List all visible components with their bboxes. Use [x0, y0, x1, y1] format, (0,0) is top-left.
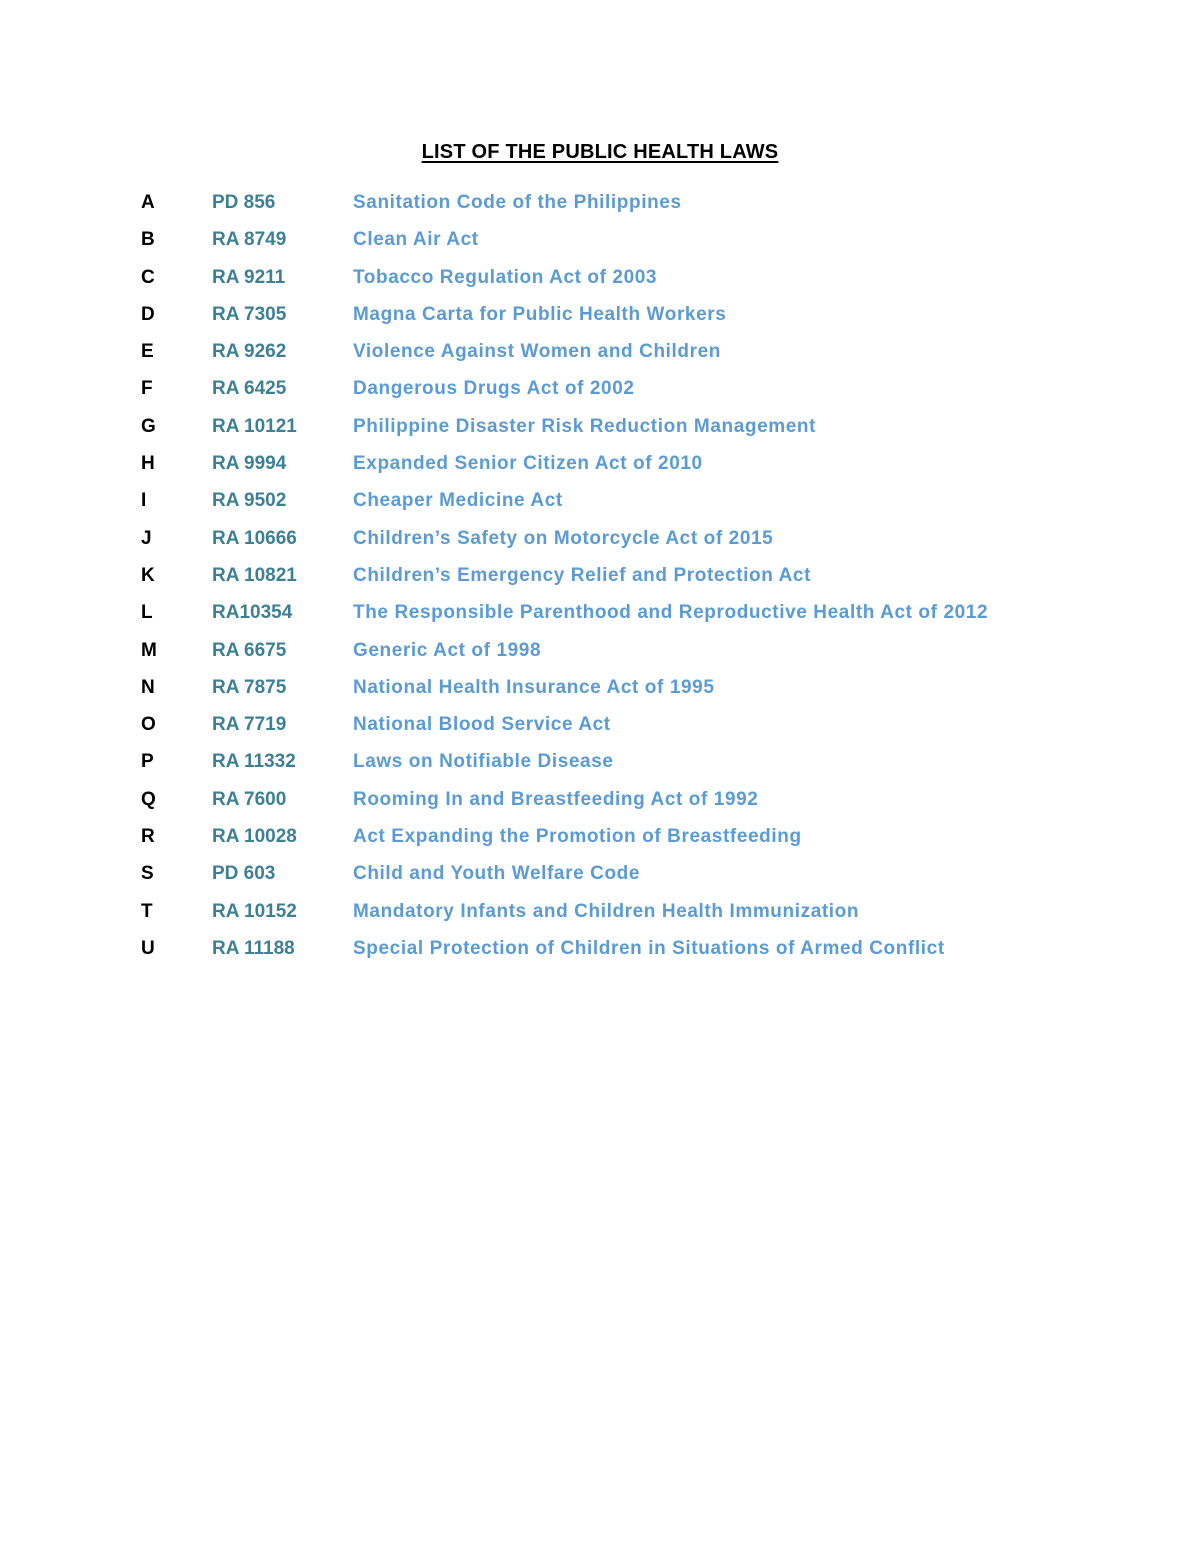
law-name: Violence Against Women and Children — [353, 341, 721, 363]
law-number: RA 9502 — [212, 490, 287, 512]
document-page: LIST OF THE PUBLIC HEALTH LAWS A PD 856 Sa… — [0, 0, 1200, 1553]
law-letter: E — [141, 341, 154, 363]
law-number: RA 10821 — [212, 564, 297, 586]
law-letter: S — [141, 863, 154, 885]
law-number: RA 8749 — [212, 229, 287, 251]
law-letter: I — [141, 490, 147, 512]
law-name: National Blood Service Act — [353, 714, 611, 736]
law-letter: Q — [141, 788, 156, 810]
law-letter: B — [141, 229, 155, 251]
law-name: Cheaper Medicine Act — [353, 490, 563, 512]
law-number: RA10354 — [212, 602, 293, 624]
law-number: RA 9262 — [212, 341, 287, 363]
law-row: L RA10354 The Responsible Parenthood and R… — [0, 596, 1200, 633]
law-letter: G — [141, 415, 156, 437]
law-letter: T — [141, 900, 153, 922]
law-name: Mandatory Infants and Children Health Im… — [353, 900, 860, 922]
law-row: K RA 10821 Children’s Emergency Relief and… — [0, 559, 1200, 596]
law-number: RA 10152 — [212, 900, 297, 922]
law-number: RA 11332 — [212, 751, 296, 773]
law-row: I RA 9502 Cheaper Medicine Act — [0, 484, 1200, 521]
law-letter: C — [141, 266, 155, 288]
law-letter: U — [141, 937, 155, 959]
law-letter: P — [141, 751, 154, 773]
law-row: N RA 7875 National Health Insurance Act of… — [0, 671, 1200, 708]
law-name: Magna Carta for Public Health Workers — [353, 303, 727, 325]
law-row: O RA 7719 National Blood Service Act — [0, 708, 1200, 745]
law-list: A PD 856 Sanitation Code of the Philippine… — [0, 186, 1200, 969]
law-row: U RA 11188 Special Protection of Children … — [0, 932, 1200, 969]
law-letter: R — [141, 826, 155, 848]
law-row: P RA 11332 Laws on Notifiable Disease — [0, 745, 1200, 782]
law-number: RA 10666 — [212, 527, 297, 549]
law-number: RA 6675 — [212, 639, 287, 661]
law-row: M RA 6675 Generic Act of 1998 — [0, 634, 1200, 671]
law-letter: O — [141, 714, 156, 736]
law-name: Act Expanding the Promotion of Breastfee… — [353, 826, 802, 848]
law-letter: N — [141, 676, 155, 698]
law-row: R RA 10028 Act Expanding the Promotion of … — [0, 820, 1200, 857]
law-name: Special Protection of Children in Situat… — [353, 937, 945, 959]
law-row: F RA 6425 Dangerous Drugs Act of 2002 — [0, 372, 1200, 409]
law-name: Clean Air Act — [353, 229, 479, 251]
law-letter: K — [141, 564, 155, 586]
law-letter: A — [141, 192, 155, 213]
law-row: S PD 603 Child and Youth Welfare Code — [0, 857, 1200, 894]
law-number: RA 9211 — [212, 266, 286, 288]
law-name: Tobacco Regulation Act of 2003 — [353, 266, 658, 288]
law-row: J RA 10666 Children’s Safety on Motorcycle… — [0, 522, 1200, 559]
law-row: D RA 7305 Magna Carta for Public Health Wo… — [0, 298, 1200, 335]
law-number: PD 856 — [212, 192, 276, 213]
law-name: Laws on Notifiable Disease — [353, 751, 614, 773]
law-number: RA 6425 — [212, 378, 287, 400]
law-row: B RA 8749 Clean Air Act — [0, 223, 1200, 260]
law-letter: F — [141, 378, 153, 400]
law-number: RA 7600 — [212, 788, 287, 810]
law-row: H RA 9994 Expanded Senior Citizen Act of 2… — [0, 447, 1200, 484]
law-number: RA 10121 — [212, 415, 297, 437]
law-row: C RA 9211 Tobacco Regulation Act of 2003 — [0, 261, 1200, 298]
law-letter: L — [141, 602, 153, 624]
law-letter: D — [141, 303, 155, 325]
law-row: A PD 856 Sanitation Code of the Philippine… — [0, 186, 1200, 223]
law-name: National Health Insurance Act of 1995 — [353, 676, 715, 698]
law-number: PD 603 — [212, 863, 276, 885]
law-letter: M — [141, 639, 157, 661]
law-row: G RA 10121 Philippine Disaster Risk Reduct… — [0, 410, 1200, 447]
law-number: RA 7305 — [212, 303, 287, 325]
law-name: Expanded Senior Citizen Act of 2010 — [353, 453, 703, 475]
law-name: Children’s Safety on Motorcycle Act of 2… — [353, 527, 774, 549]
law-number: RA 7875 — [212, 676, 287, 698]
law-letter: H — [141, 453, 155, 475]
law-name: Sanitation Code of the Philippines — [353, 192, 682, 213]
law-number: RA 7719 — [212, 714, 287, 736]
law-number: RA 10028 — [212, 826, 297, 848]
law-name: Child and Youth Welfare Code — [353, 863, 641, 885]
law-row: Q RA 7600 Rooming In and Breastfeeding Act… — [0, 783, 1200, 820]
document-title: LIST OF THE PUBLIC HEALTH LAWS — [421, 141, 779, 163]
law-name: Philippine Disaster Risk Reduction Manag… — [353, 415, 817, 437]
law-name: Rooming In and Breastfeeding Act of 1992 — [353, 788, 759, 810]
law-row: T RA 10152 Mandatory Infants and Children … — [0, 895, 1200, 932]
law-number: RA 11188 — [212, 937, 295, 959]
law-name: Dangerous Drugs Act of 2002 — [353, 378, 635, 400]
law-name: Generic Act of 1998 — [353, 639, 542, 661]
law-name: Children’s Emergency Relief and Protecti… — [353, 564, 812, 586]
law-row: E RA 9262 Violence Against Women and Child… — [0, 335, 1200, 372]
law-number: RA 9994 — [212, 453, 287, 475]
law-letter: J — [141, 527, 152, 549]
law-name: The Responsible Parenthood and Reproduct… — [353, 602, 989, 624]
